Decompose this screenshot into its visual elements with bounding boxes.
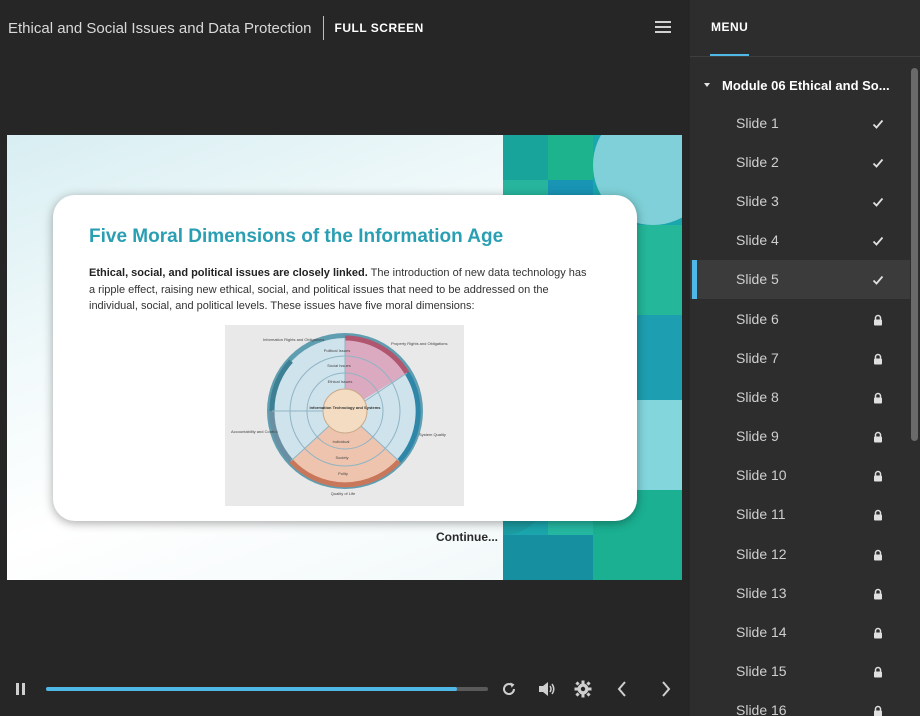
slide-title: Five Moral Dimensions of the Information… [89,226,504,247]
slide-item-15[interactable]: Slide 15 [690,652,910,691]
slide-list: Slide 1 Slide 2 Slide 3 Slide 4 Slide 5 Slide… [690,103,910,716]
diagram-property-rights-label: Property Rights and Obligations [391,341,447,346]
checkmark-icon [872,234,884,246]
diagram-accountability-label: Accountability and Control [231,429,278,434]
moral-dimensions-diagram: Information Technology and Systems Polit… [225,325,464,506]
player-area: Ethical and Social Issues and Data Prote… [0,0,690,716]
slide-item-label: Slide 13 [736,584,787,601]
menu-scrollbar[interactable] [911,68,918,441]
slide-body-text: Ethical, social, and political issues ar… [89,265,589,315]
menu-header: MENU [690,0,920,57]
diagram-system-quality-label: System Quality [419,432,446,437]
slide-item-7[interactable]: Slide 7 [690,338,910,377]
slide-item-2[interactable]: Slide 2 [690,142,910,181]
slide-item-label: Slide 8 [736,388,779,405]
lock-icon [872,704,884,716]
slide-item-4[interactable]: Slide 4 [690,221,910,260]
settings-icon[interactable] [574,680,592,698]
slide-item-label: Slide 14 [736,624,787,641]
prev-icon[interactable] [617,681,627,697]
next-icon[interactable] [661,681,671,697]
hamburger-menu-icon[interactable] [655,21,671,33]
lock-icon [872,391,884,404]
header-divider [322,16,324,40]
slide-item-10[interactable]: Slide 10 [690,456,910,495]
slide-item-label: Slide 10 [736,467,787,484]
slide-item-9[interactable]: Slide 9 [690,417,910,456]
slide-item-label: Slide 2 [736,153,779,170]
lock-icon [872,313,884,326]
diagram-quality-of-life-label: Quality of Life [331,491,356,496]
diagram-society-label: Society [335,455,348,460]
lock-icon [872,548,884,561]
slide-item-label: Slide 9 [736,428,779,445]
slide-item-label: Slide 7 [736,349,779,366]
slide-item-label: Slide 6 [736,310,779,327]
lock-icon [872,626,884,639]
slide-item-6[interactable]: Slide 6 [690,299,910,338]
slide-item-1[interactable]: Slide 1 [690,103,910,142]
slide-item-13[interactable]: Slide 13 [690,573,910,612]
slide-item-label: Slide 1 [736,114,779,131]
diagram-political-label: Political Issues [324,348,350,353]
menu-tab[interactable]: MENU [711,20,748,34]
diagram-center-label: Information Technology and Systems [309,405,381,410]
slide-item-label: Slide 12 [736,545,787,562]
lock-icon [872,587,884,600]
diagram-social-label: Social Issues [327,363,351,368]
pause-icon[interactable] [16,682,26,696]
course-title: Ethical and Social Issues and Data Prote… [8,19,312,37]
slide-item-11[interactable]: Slide 11 [690,495,910,534]
checkmark-icon [872,273,884,286]
slide-item-label: Slide 15 [736,663,787,680]
slide-item-label: Slide 3 [736,192,779,209]
top-bar: Ethical and Social Issues and Data Prote… [0,0,690,56]
lock-icon [872,665,884,678]
slide-item-label: Slide 5 [736,271,779,288]
diagram-ethical-label: Ethical Issues [328,379,353,384]
moral-dimensions-svg: Information Technology and Systems Polit… [231,333,447,496]
lock-icon [872,430,884,443]
fullscreen-button[interactable]: FULL SCREEN [335,21,424,35]
slide-item-3[interactable]: Slide 3 [690,181,910,220]
module-label: Module 06 Ethical and So... [722,77,890,93]
diagram-info-rights-label: Information Rights and Obligations [263,337,324,342]
slide-item-8[interactable]: Slide 8 [690,377,910,416]
progress-bar[interactable] [46,687,488,691]
slide-item-label: Slide 11 [736,506,786,523]
checkmark-icon [872,156,884,168]
slide-stage: Five Moral Dimensions of the Information… [7,135,682,580]
caret-down-icon [704,83,710,87]
slide-item-14[interactable]: Slide 14 [690,612,910,651]
replay-icon[interactable] [501,681,517,697]
diagram-individual-label: Individual [333,439,350,444]
lock-icon [872,352,884,365]
menu-tab-indicator [710,54,749,56]
continue-link[interactable]: Continue... [436,530,498,544]
slide-item-label: Slide 16 [736,702,787,716]
slide-item-label: Slide 4 [736,232,779,249]
content-card: Five Moral Dimensions of the Information… [53,195,637,521]
module-toggle[interactable]: Module 06 Ethical and So... [690,70,910,100]
menu-panel: MENU Module 06 Ethical and So... Slide 1… [690,0,920,716]
checkmark-icon [872,195,884,207]
volume-icon[interactable] [538,681,556,697]
lock-icon [872,469,884,482]
slide-item-16[interactable]: Slide 16 [690,691,910,716]
diagram-polity-label: Polity [338,471,348,476]
slide-item-5[interactable]: Slide 5 [690,259,910,300]
center-circle [322,388,368,434]
progress-fill [46,687,458,691]
course-player-app: Ethical and Social Issues and Data Prote… [0,0,920,716]
lock-icon [872,508,884,521]
playback-controls [0,670,690,710]
checkmark-icon [872,117,884,129]
slide-body-lead: Ethical, social, and political issues ar… [89,267,368,279]
slide-item-12[interactable]: Slide 12 [690,534,910,573]
